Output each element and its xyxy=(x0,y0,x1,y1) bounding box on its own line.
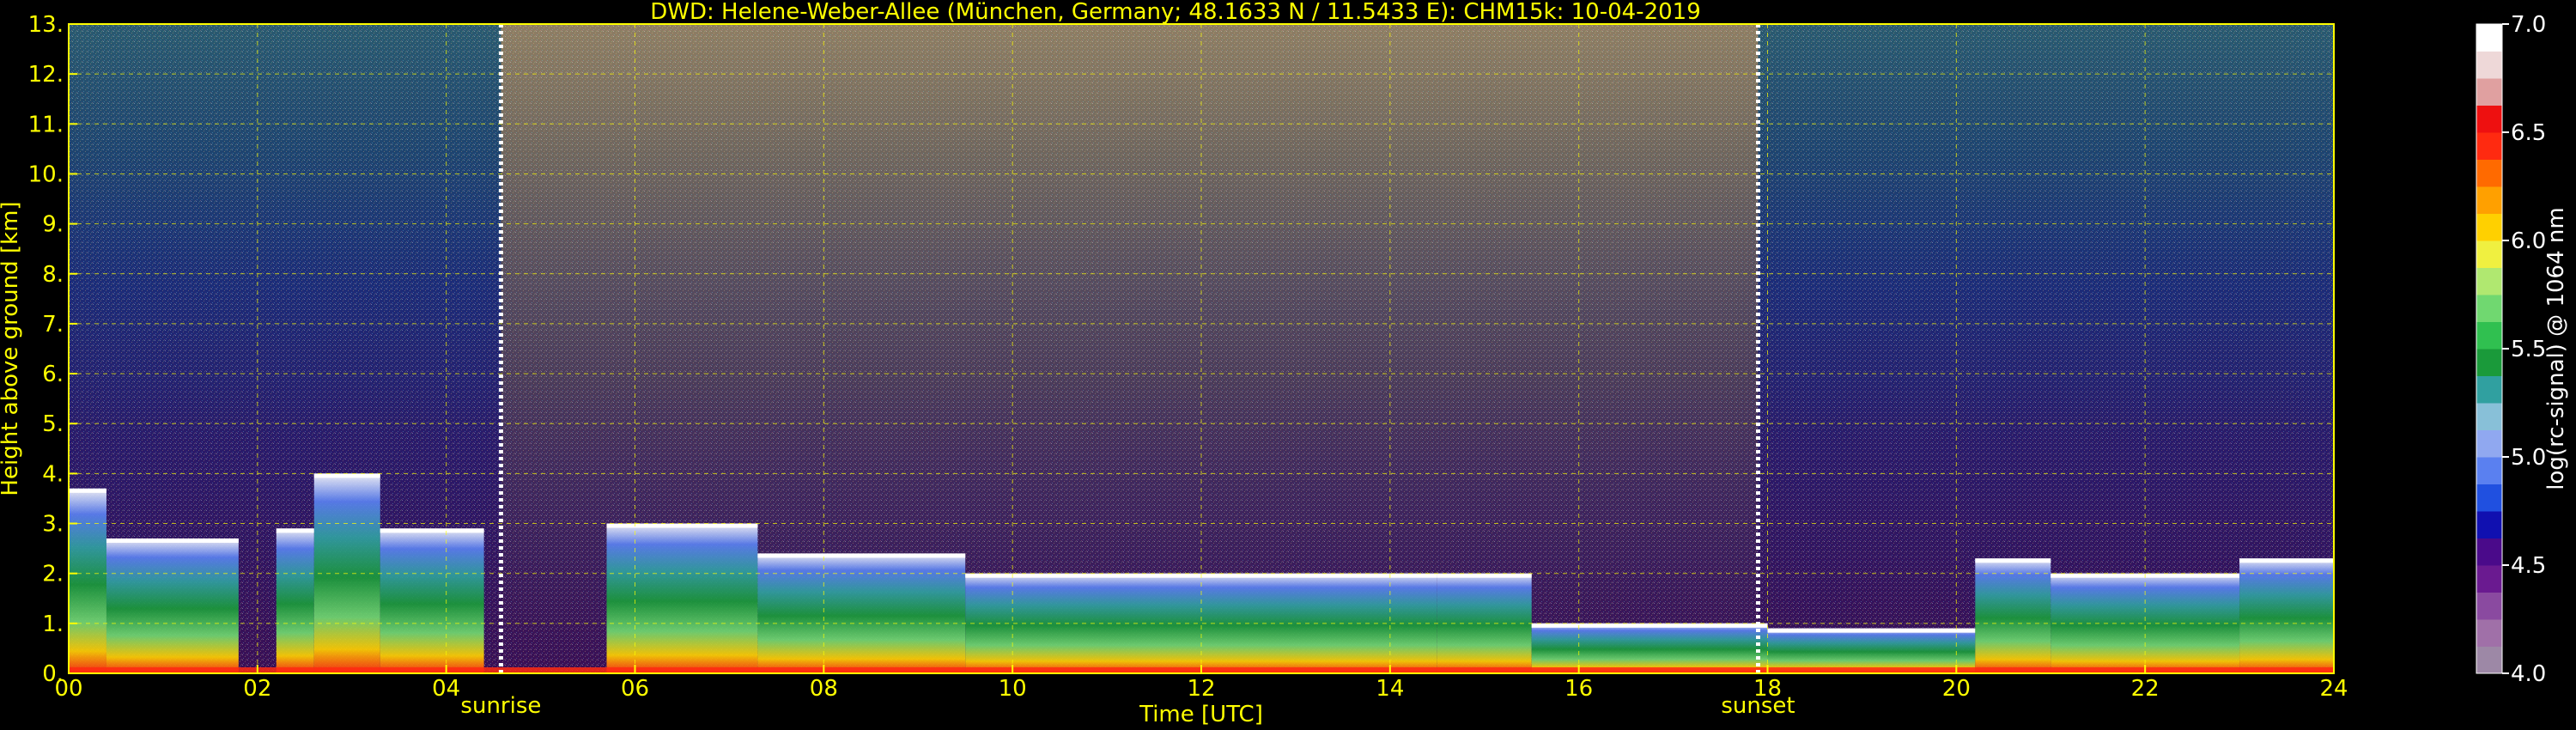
colorbar-swatch-17 xyxy=(2476,186,2502,214)
colorbar-swatch-0 xyxy=(2476,646,2502,674)
colorbar-label: log(rc-signal) @ 1064 nm xyxy=(2543,207,2569,490)
colorbar-swatch-5 xyxy=(2476,511,2502,538)
colorbar-swatch-1 xyxy=(2476,619,2502,647)
y-axis-label: Height above ground [km] xyxy=(0,201,23,496)
layer-top-9 xyxy=(1531,623,1768,628)
x-tick-label-04: 04 xyxy=(432,676,460,702)
layer-top-11 xyxy=(1975,558,2051,563)
x-axis-label: Time [UTC] xyxy=(1139,702,1263,727)
boundary-layer-6 xyxy=(757,553,966,673)
boundary-layer-1 xyxy=(106,538,239,673)
layer-top-2 xyxy=(276,528,314,533)
colorbar-tick-label-0: 4.0 xyxy=(2511,661,2546,687)
layer-top-13 xyxy=(2239,558,2334,563)
y-tick-label-3: 3. xyxy=(42,512,64,538)
y-tick-label-8: 8. xyxy=(42,262,64,288)
colorbar-tick-label-2: 5.0 xyxy=(2511,445,2546,471)
boundary-layer-11 xyxy=(1975,558,2051,673)
colorbar: 4.0 4.5 5.0 5.5 6.0 6.5 7.0 xyxy=(2476,12,2546,687)
colorbar-swatch-7 xyxy=(2476,457,2502,484)
x-tick-label-06: 06 xyxy=(621,676,649,702)
x-tick-label-18: 18 xyxy=(1753,676,1782,702)
boundary-layer-0 xyxy=(69,488,106,673)
colorbar-swatch-20 xyxy=(2476,105,2502,133)
colorbar-swatch-14 xyxy=(2476,267,2502,295)
chart-svg: sunrise sunset 00 02 04 06 08 10 12 14 16 18 20 22 24… xyxy=(0,0,2569,727)
y-tick-label-12: 12. xyxy=(28,62,64,88)
annotation-label-sunrise: sunrise xyxy=(460,693,541,719)
y-tick-label-5: 5. xyxy=(42,411,64,437)
layer-top-8 xyxy=(1437,573,1532,578)
colorbar-swatch-6 xyxy=(2476,484,2502,512)
y-tick-label-10: 10. xyxy=(28,161,64,187)
colorbar-swatch-9 xyxy=(2476,403,2502,430)
colorbar-swatch-16 xyxy=(2476,213,2502,241)
layer-top-10 xyxy=(1767,628,1976,633)
layer-top-5 xyxy=(606,523,758,528)
x-tick-label-08: 08 xyxy=(810,676,838,702)
boundary-layer-4 xyxy=(380,528,484,673)
boundary-layer-13 xyxy=(2239,558,2334,673)
y-tick-label-0: 0. xyxy=(42,661,64,687)
colorbar-tick-label-3: 5.5 xyxy=(2511,337,2546,362)
y-tick-label-11: 11. xyxy=(28,112,64,137)
colorbar-swatch-10 xyxy=(2476,375,2502,404)
layer-top-6 xyxy=(757,553,966,558)
x-tick-label-10: 10 xyxy=(999,676,1027,702)
x-tick-label-24: 24 xyxy=(2319,676,2348,702)
colorbar-tick-label-5: 6.5 xyxy=(2511,120,2546,146)
colorbar-tick-label-1: 4.5 xyxy=(2511,553,2546,579)
boundary-layer-9 xyxy=(1531,623,1768,673)
colorbar-swatch-15 xyxy=(2476,240,2502,268)
boundary-layer-2 xyxy=(276,528,314,673)
boundary-layer-10 xyxy=(1767,628,1976,673)
y-tick-label-13: 13. xyxy=(28,12,64,38)
y-tick-label-9: 9. xyxy=(42,212,64,238)
y-tick-label-6: 6. xyxy=(42,362,64,387)
colorbar-swatch-11 xyxy=(2476,349,2502,376)
y-tick-label-2: 2. xyxy=(42,562,64,587)
lidar-ceilometer-chart: sunrise sunset 00 02 04 06 08 10 12 14 16 18 20 22 24… xyxy=(0,0,2576,730)
colorbar-swatch-19 xyxy=(2476,132,2502,160)
colorbar-tick-label-6: 7.0 xyxy=(2511,12,2546,38)
y-tick-label-4: 4. xyxy=(42,461,64,487)
colorbar-swatch-18 xyxy=(2476,159,2502,187)
chart-title: DWD: Helene-Weber-Allee (München, German… xyxy=(650,0,1701,25)
colorbar-swatch-22 xyxy=(2476,51,2502,79)
colorbar-swatch-4 xyxy=(2476,538,2502,566)
y-tick-label-1: 1. xyxy=(42,611,64,637)
x-tick-label-22: 22 xyxy=(2131,676,2160,702)
colorbar-swatch-21 xyxy=(2476,78,2502,106)
colorbar-swatch-13 xyxy=(2476,295,2502,322)
x-tick-label-02: 02 xyxy=(243,676,271,702)
layer-top-3 xyxy=(313,473,380,478)
x-tick-label-14: 14 xyxy=(1376,676,1404,702)
colorbar-swatch-2 xyxy=(2476,592,2502,620)
boundary-layer-5 xyxy=(606,523,758,673)
colorbar-swatch-23 xyxy=(2476,24,2502,52)
x-tick-label-16: 16 xyxy=(1564,676,1593,702)
colorbar-swatch-12 xyxy=(2476,321,2502,350)
layer-top-1 xyxy=(106,538,239,543)
colorbar-tick-label-4: 6.0 xyxy=(2511,228,2546,254)
colorbar-swatch-3 xyxy=(2476,565,2502,593)
colorbar-swatch-8 xyxy=(2476,429,2502,458)
layer-top-0 xyxy=(69,488,106,493)
x-tick-label-12: 12 xyxy=(1187,676,1215,702)
y-tick-label-7: 7. xyxy=(42,312,64,338)
layer-top-4 xyxy=(380,528,484,533)
x-tick-label-20: 20 xyxy=(1942,676,1971,702)
